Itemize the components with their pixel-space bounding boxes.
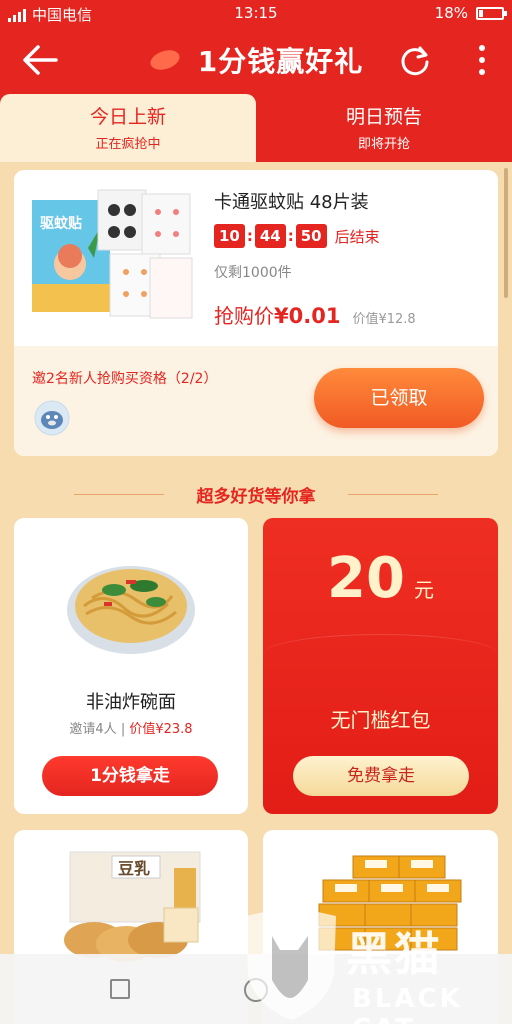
product-name: 卡通驱蚊贴 48片装 [214,192,369,213]
battery-percent: 18% [434,4,468,22]
take-free-button[interactable]: 免费拿走 [293,756,469,796]
meta-separator: | [120,722,126,737]
product-image [67,566,195,654]
red-packet-card[interactable]: 20 元 无门槛红包 免费拿走 [263,518,498,814]
countdown-suffix: 后结束 [334,227,380,246]
section-header: 超多好货等你拿 [0,482,512,508]
red-packet-fold [263,634,498,674]
svg-text:豆乳: 豆乳 [118,859,150,878]
take-for-1-cent-button[interactable]: 1分钱拿走 [42,756,218,796]
page-title: 1分钱赢好礼 [197,45,364,78]
title-bar: 1分钱赢好礼 [0,26,512,94]
cat-shield-logo [246,906,336,1020]
watermark-cn-text: 黑猫 [346,927,442,981]
status-right: 18% [434,4,507,22]
scrollbar[interactable] [504,168,508,298]
original-price: 价值¥12.8 [352,312,416,327]
product-card-noodle[interactable]: 非油炸碗面 邀请4人 | 价值¥23.8 1分钱拿走 [14,518,248,814]
countdown-minutes: 44 [254,224,286,248]
featured-product-card[interactable]: 驱蚊贴 卡通驱蚊贴 48片装 10 : 44 : 50 后结束 仅剩1000件 … [14,170,498,456]
price-row: 抢购价 ¥0.01 价值¥12.8 [214,300,416,329]
status-bar: 中国电信 13:15 18% [0,0,512,26]
title-wrap: 1分钱赢好礼 [0,40,512,80]
red-packet-amount: 20 元 [263,546,498,611]
watermark-en-text: BLACK CAT [352,984,463,1024]
price-label: 抢购价 [214,304,274,328]
countdown-hours: 10 [214,224,245,248]
red-packet-desc: 无门槛红包 [330,708,431,732]
tab-title: 明日预告 [345,106,422,128]
countdown-colon: : [287,227,294,245]
invite-requirement: 邀请4人 [69,722,117,737]
tab-tomorrow[interactable]: 明日预告 即将开抢 [256,94,512,162]
tab-bar: 今日上新 正在疯抢中 明日预告 即将开抢 [0,94,512,162]
countdown-colon: : [246,227,253,245]
divider [348,494,438,495]
more-vertical-icon [479,45,485,75]
battery-icon [476,6,507,20]
amount-unit: 元 [414,578,435,602]
refresh-icon [401,46,429,76]
tab-today[interactable]: 今日上新 正在疯抢中 [0,94,256,162]
recent-apps-button[interactable] [110,979,130,999]
tab-subtitle: 正在疯抢中 [95,137,161,152]
leaf-icon [150,50,180,70]
refresh-button[interactable] [398,43,432,77]
avatar[interactable] [34,400,70,436]
product-value: 价值¥23.8 [129,722,193,737]
stock-remaining: 仅剩1000件 [214,265,292,281]
product-name: 非油炸碗面 [86,692,176,713]
svg-text:驱蚊贴: 驱蚊贴 [40,215,82,232]
tab-subtitle: 即将开抢 [357,137,410,152]
countdown: 10 : 44 : 50 后结束 [214,224,380,248]
invite-progress-text: 邀2名新人抢购买资格（2/2） [32,371,218,387]
more-button[interactable] [474,40,490,80]
divider [74,494,164,495]
product-image: 驱蚊贴 [32,189,193,319]
invite-area: 邀2名新人抢购买资格（2/2） 已领取 [14,346,498,456]
countdown-seconds: 50 [295,224,327,248]
amount-number: 20 [326,546,405,611]
price-value: ¥0.01 [274,304,341,328]
claimed-button[interactable]: 已领取 [314,368,484,428]
tab-title: 今日上新 [89,106,166,128]
product-meta: 邀请4人 | 价值¥23.8 [14,718,248,737]
watermark: 黑猫 BLACK CAT [236,906,512,1024]
section-title: 超多好货等你拿 [196,487,316,507]
